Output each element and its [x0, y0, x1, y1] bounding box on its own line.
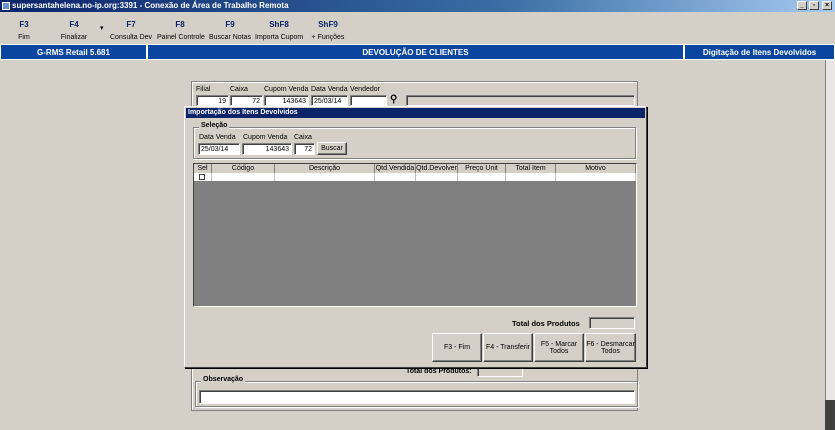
data-venda-field[interactable]: 25/03/14: [311, 95, 348, 106]
row-checkbox[interactable]: [199, 174, 205, 180]
col-preco-unit[interactable]: Preço Unit: [458, 164, 506, 173]
f3-fim-button[interactable]: F3 - Fim: [432, 333, 482, 362]
row-qtd-devolver-cell[interactable]: [416, 173, 458, 181]
binoculars-search-icon[interactable]: ⚲: [390, 94, 397, 105]
scrollbar-bottom: [825, 400, 835, 430]
col-qtd-devolver[interactable]: Qtd.Devolver: [416, 164, 458, 173]
observacao-title: Observação: [201, 376, 246, 383]
items-grid[interactable]: Sel Código Descrição Qtd.Vendida Qtd.Dev…: [193, 163, 637, 307]
importa-cupom-label: Importa Cupom: [255, 34, 304, 41]
buscar-button[interactable]: Buscar: [317, 142, 347, 155]
marcar-label-line2: Todos: [549, 347, 569, 355]
header-page-title: DEVOLUÇÃO DE CLIENTES: [147, 44, 684, 60]
f6-desmarcar-todos-button[interactable]: F6 - Desmarcar Todos: [585, 333, 636, 362]
col-descricao[interactable]: Descrição: [275, 164, 375, 173]
toolbar-fim-button[interactable]: F3 Fim: [4, 20, 44, 41]
selecao-title: Seleção: [199, 122, 230, 129]
importa-cupom-key: ShF8: [269, 20, 289, 29]
restore-button[interactable]: ▫: [809, 1, 819, 10]
finalizar-label: Finalizar: [60, 34, 88, 41]
toolbar-importa-cupom-button[interactable]: ShF8 Importa Cupom: [255, 20, 303, 41]
dialog-caixa-field[interactable]: 72: [294, 143, 315, 155]
painel-controle-key: F8: [175, 20, 185, 29]
consulta-dev-label: Consulta Dev: [110, 34, 153, 41]
toolbar-finalizar-button[interactable]: F4 Finalizar: [54, 20, 94, 41]
data-venda-label: Data Venda: [311, 86, 348, 93]
observacao-field[interactable]: [199, 390, 635, 404]
dialog-caixa-label: Caixa: [294, 134, 312, 141]
minimize-button[interactable]: _: [797, 1, 807, 10]
window-title: supersantahelena.no-ip.org:3391 - Conexã…: [12, 1, 289, 10]
mais-funcoes-label: + Funções: [311, 34, 345, 41]
dialog-total-produtos-field: [589, 317, 635, 329]
desmarcar-label-line1: F6 - Desmarcar: [586, 340, 635, 348]
caixa-field[interactable]: 72: [230, 95, 263, 106]
row-descricao-cell[interactable]: [275, 173, 375, 181]
painel-controle-label: Painel Controle: [157, 34, 205, 41]
window-title-bar[interactable]: supersantahelena.no-ip.org:3391 - Conexã…: [0, 0, 835, 12]
dialog-data-venda-field[interactable]: 25/03/14: [198, 143, 240, 155]
finalizar-key: F4: [69, 20, 79, 29]
row-qtd-vendida-cell[interactable]: [375, 173, 416, 181]
toolbar-consulta-dev-button[interactable]: F7 Consulta Dev: [110, 20, 152, 41]
f4-transferir-button[interactable]: F4 - Transferir: [483, 333, 533, 362]
app-icon: [2, 2, 10, 10]
row-preco-unit-cell[interactable]: [458, 173, 506, 181]
row-motivo-cell[interactable]: [556, 173, 636, 181]
header-subtitle: Digitação de Itens Devolvidos: [684, 44, 835, 60]
dialog-total-produtos-label: Total dos Produtos: [512, 319, 580, 328]
row-codigo-cell[interactable]: [212, 173, 275, 181]
fim-key: F3: [19, 20, 29, 29]
fim-label: Fim: [18, 34, 30, 41]
toolbar-buscar-notas-button[interactable]: F9 Buscar Notas: [208, 20, 252, 41]
bg-total-produtos-label: Total dos Produtos:: [406, 368, 472, 375]
f5-marcar-todos-button[interactable]: F5 - Marcar Todos: [534, 333, 584, 362]
marcar-label-line1: F5 - Marcar: [540, 340, 578, 348]
cupom-venda-field[interactable]: 143643: [264, 95, 309, 106]
toolbar-painel-controle-button[interactable]: F8 Painel Controle: [157, 20, 205, 41]
col-total-item[interactable]: Total Item: [506, 164, 556, 173]
toolbar-mais-funcoes-button[interactable]: ShF9 + Funções: [308, 20, 348, 41]
vendedor-field[interactable]: [350, 95, 387, 106]
vertical-scrollbar[interactable]: [825, 60, 835, 400]
mais-funcoes-key: ShF9: [318, 20, 338, 29]
vendedor-name-field: [406, 95, 635, 106]
col-codigo[interactable]: Código: [212, 164, 275, 173]
buscar-notas-label: Buscar Notas: [208, 34, 252, 41]
dialog-cupom-venda-field[interactable]: 143643: [242, 143, 292, 155]
bg-total-produtos-field: [477, 367, 523, 377]
dialog-cupom-venda-label: Cupom Venda: [243, 134, 288, 141]
finalizar-dropdown-icon[interactable]: ▾: [100, 24, 104, 32]
dialog-data-venda-label: Data Venda: [199, 134, 236, 141]
filial-label: Filial: [196, 86, 211, 93]
dialog-title-bar[interactable]: Importação dos Itens Devolvidos: [186, 108, 645, 118]
cupom-venda-label: Cupom Venda: [264, 86, 309, 93]
vendedor-label: Vendedor: [350, 86, 380, 93]
caixa-label: Caixa: [230, 86, 248, 93]
header-version: G-RMS Retail 5.681: [0, 44, 147, 60]
col-motivo[interactable]: Motivo: [556, 164, 636, 173]
desmarcar-label-line2: Todos: [601, 347, 620, 355]
col-sel[interactable]: Sel: [194, 164, 212, 173]
consulta-dev-key: F7: [126, 20, 136, 29]
buscar-notas-key: F9: [225, 20, 235, 29]
close-window-button[interactable]: ×: [822, 1, 832, 10]
filial-field[interactable]: 19: [196, 95, 229, 106]
col-qtd-vendida[interactable]: Qtd.Vendida: [375, 164, 416, 173]
row-total-item-cell[interactable]: [506, 173, 556, 181]
row-sel-cell[interactable]: [194, 173, 212, 181]
